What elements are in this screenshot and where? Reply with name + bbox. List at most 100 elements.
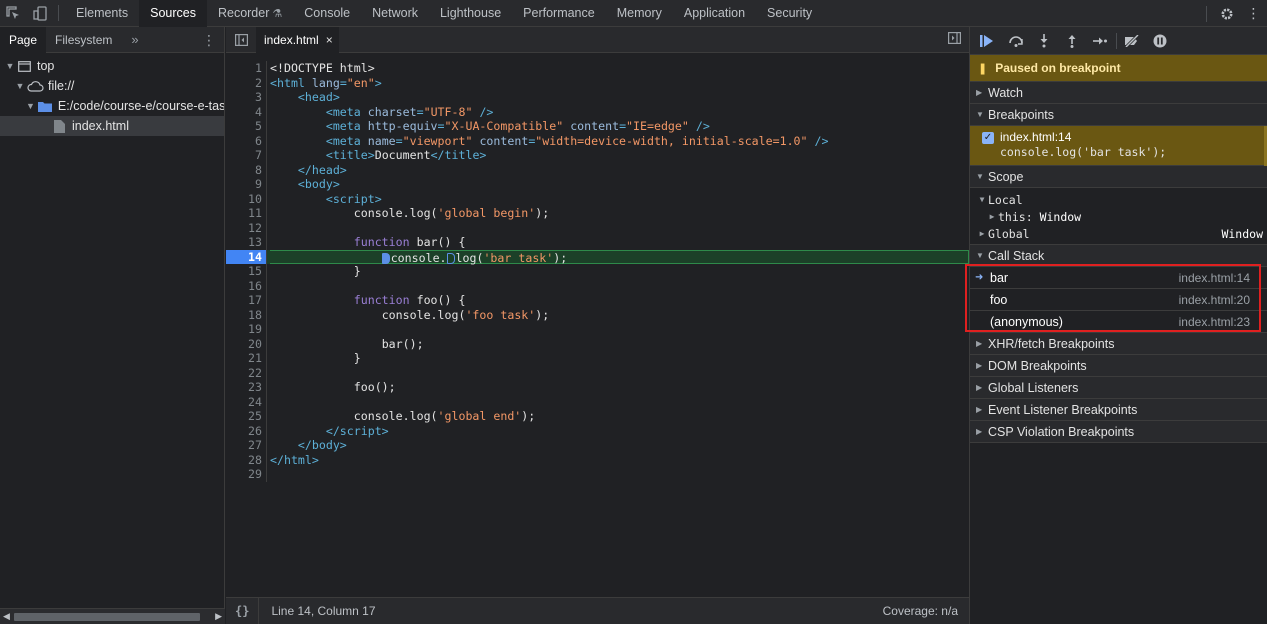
line-number[interactable]: 5 [226,119,266,134]
resume-icon[interactable] [974,27,1002,55]
line-number[interactable]: 3 [226,90,266,105]
code-line[interactable]: 20 bar(); [226,336,969,352]
tab-sources[interactable]: Sources [139,0,207,27]
line-number[interactable]: 18 [226,308,266,323]
code-line[interactable]: 10 <script> [226,191,969,207]
code-line[interactable]: 13 function bar() { [226,235,969,250]
line-number[interactable]: 12 [226,221,266,236]
settings-icon[interactable] [1213,0,1240,27]
more-tabs-icon[interactable]: » [121,32,148,47]
line-number[interactable]: 15 [226,264,266,279]
code-line[interactable]: 12 [226,220,969,236]
call-frame[interactable]: foo index.html:20 [970,289,1267,311]
line-number[interactable]: 19 [226,322,266,337]
code-line[interactable]: 25 console.log('global end'); [226,409,969,424]
breakpoint-item[interactable]: ✓ index.html:14 console.log('bar task'); [970,126,1267,166]
code-line[interactable]: 4 <meta charset="UTF-8" /> [226,104,969,120]
line-number[interactable]: 22 [226,366,266,381]
code-line[interactable]: 17 function foo() { [226,293,969,308]
more-options-icon[interactable]: ⋮ [1240,0,1267,27]
step-over-icon[interactable] [1002,27,1030,55]
tab-security[interactable]: Security [756,0,823,27]
code-line-current[interactable]: 14 console. log('bar task'); [226,249,969,265]
code-line[interactable]: 8 </head> [226,162,969,178]
tree-item-file[interactable]: index.html [0,116,224,136]
scroll-right-icon[interactable]: ▶ [215,611,222,622]
section-xhr-breakpoints[interactable]: ▶ XHR/fetch Breakpoints [970,333,1267,355]
call-frame[interactable]: (anonymous) index.html:23 [970,311,1267,333]
line-number[interactable]: 10 [226,192,266,207]
code-line[interactable]: 21 } [226,351,969,366]
line-number[interactable]: 1 [226,61,266,76]
line-number[interactable]: 9 [226,177,266,192]
section-scope[interactable]: ▼ Scope [970,166,1267,188]
line-number[interactable]: 14 [226,249,266,264]
section-global-listeners[interactable]: ▶ Global Listeners [970,377,1267,399]
line-number[interactable]: 16 [226,279,266,294]
breakpoint-checkbox[interactable]: ✓ [982,132,994,144]
line-number[interactable]: 2 [226,76,266,91]
line-number[interactable]: 17 [226,293,266,308]
code-line[interactable]: 26 </script> [226,423,969,439]
line-number[interactable]: 4 [226,105,266,120]
line-number[interactable]: 8 [226,163,266,178]
code-line[interactable]: 9 <body> [226,177,969,192]
scroll-left-icon[interactable]: ◀ [3,611,10,622]
code-line[interactable]: 16 [226,278,969,294]
line-number[interactable]: 20 [226,337,266,352]
frame-location[interactable]: index.html:23 [1179,315,1250,329]
line-number[interactable]: 24 [226,395,266,410]
tree-item-folder[interactable]: ▼ E:/code/course-e/course-e-tasl [0,96,224,116]
close-icon[interactable]: × [326,33,333,47]
scope-this[interactable]: ▶ this: Window [970,208,1267,225]
tab-lighthouse[interactable]: Lighthouse [429,0,512,27]
section-event-listener-breakpoints[interactable]: ▶ Event Listener Breakpoints [970,399,1267,421]
section-watch[interactable]: ▶ Watch [970,82,1267,104]
tab-performance[interactable]: Performance [512,0,606,27]
step-out-icon[interactable] [1058,27,1086,55]
code-line[interactable]: 29 [226,467,969,482]
pretty-print-button[interactable]: {} [226,604,258,618]
code-line[interactable]: 11 console.log('global begin'); [226,206,969,221]
inspect-element-icon[interactable] [0,0,27,27]
code-line[interactable]: 27 </body> [226,438,969,453]
code-line[interactable]: 15 } [226,264,969,279]
code-line[interactable]: 2 <html lang="en"> [226,75,969,91]
code-line[interactable]: 6 <meta name="viewport" content="width=d… [226,133,969,148]
tab-filesystem[interactable]: Filesystem [46,27,121,53]
step-into-icon[interactable] [1030,27,1058,55]
line-number[interactable]: 21 [226,351,266,366]
navigator-menu-icon[interactable]: ⋮ [202,32,216,48]
pause-on-exceptions-icon[interactable] [1146,27,1174,55]
section-breakpoints[interactable]: ▼ Breakpoints [970,104,1267,126]
device-toolbar-icon[interactable] [27,0,54,27]
tab-network[interactable]: Network [361,0,429,27]
tab-recorder[interactable]: Recorder ⚗ [207,0,293,27]
frame-location[interactable]: index.html:14 [1179,271,1250,285]
tab-console[interactable]: Console [293,0,361,27]
line-number[interactable]: 11 [226,206,266,221]
line-number[interactable]: 29 [226,467,266,482]
tab-page[interactable]: Page [0,26,47,53]
tree-item-top[interactable]: ▼ top [0,56,224,76]
line-number[interactable]: 25 [226,409,266,424]
section-call-stack[interactable]: ▼ Call Stack [970,245,1267,267]
line-number[interactable]: 26 [226,424,266,439]
line-number[interactable]: 28 [226,453,266,468]
editor-file-tab[interactable]: index.html × [256,26,339,53]
tree-item-origin[interactable]: ▼ file:// [0,76,224,96]
toggle-navigator-icon[interactable] [226,27,256,53]
code-line[interactable]: 18 console.log('foo task'); [226,307,969,323]
step-icon[interactable] [1086,27,1114,55]
line-number[interactable]: 7 [226,148,266,163]
expand-arrow-icon[interactable]: ▼ [4,61,16,71]
code-line[interactable]: 3 <head> [226,90,969,105]
scope-local[interactable]: ▼ Local [970,191,1267,208]
code-line[interactable]: 28 </html> [226,452,969,468]
expand-arrow-icon[interactable]: ▼ [26,101,35,111]
code-line[interactable]: 24 [226,394,969,410]
code-line[interactable]: 1 <!DOCTYPE html> [226,61,969,76]
code-line[interactable]: 19 [226,322,969,337]
expand-arrow-icon[interactable]: ▼ [14,81,26,91]
code-line[interactable]: 22 [226,365,969,381]
